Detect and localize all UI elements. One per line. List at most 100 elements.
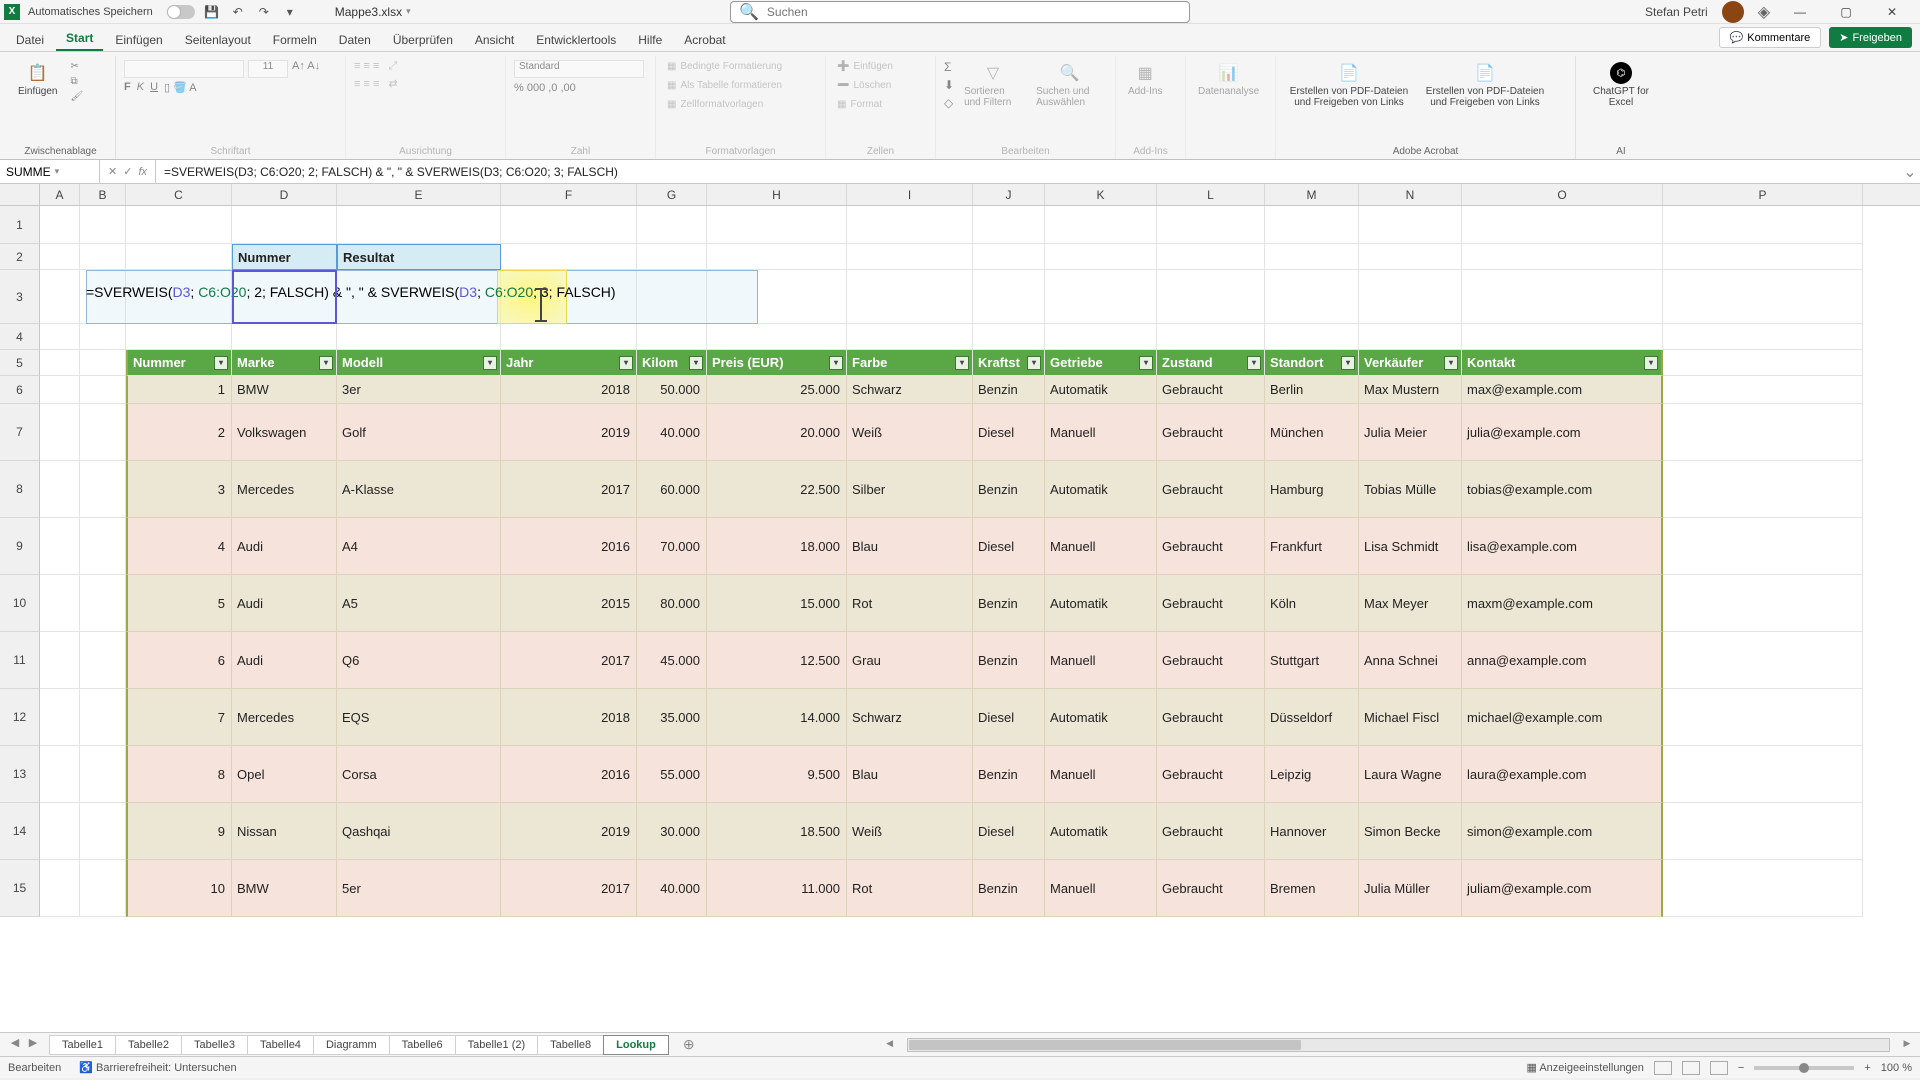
sheet-tab[interactable]: Tabelle1: [49, 1035, 116, 1055]
row-5[interactable]: 5: [0, 350, 40, 376]
cell[interactable]: Benzin: [973, 632, 1045, 689]
col-O[interactable]: O: [1462, 184, 1663, 205]
cell[interactable]: Julia Meier: [1359, 404, 1462, 461]
cancel-icon[interactable]: ✕: [108, 165, 117, 178]
fx-icon[interactable]: fx: [138, 166, 147, 178]
sheet-tab[interactable]: Tabelle2: [115, 1035, 182, 1055]
cell[interactable]: Gebraucht: [1157, 518, 1265, 575]
cell[interactable]: 40.000: [637, 860, 707, 917]
cell[interactable]: 20.000: [707, 404, 847, 461]
cell[interactable]: 11.000: [707, 860, 847, 917]
cell[interactable]: Grau: [847, 632, 973, 689]
cell[interactable]: Düsseldorf: [1265, 689, 1359, 746]
cell[interactable]: München: [1265, 404, 1359, 461]
cell[interactable]: 2016: [501, 746, 637, 803]
row-1[interactable]: 1: [0, 206, 40, 244]
cell[interactable]: Qashqai: [337, 803, 501, 860]
cell[interactable]: max@example.com: [1462, 376, 1663, 404]
filter-icon[interactable]: ▾: [829, 356, 843, 370]
format-painter-button[interactable]: 🖌: [67, 90, 86, 103]
maximize-button[interactable]: ▢: [1830, 1, 1862, 23]
tab-hilfe[interactable]: Hilfe: [628, 29, 672, 51]
cell[interactable]: Julia Müller: [1359, 860, 1462, 917]
cell[interactable]: 80.000: [637, 575, 707, 632]
row-6[interactable]: 6: [0, 376, 40, 404]
tab-daten[interactable]: Daten: [329, 29, 381, 51]
col-D[interactable]: D: [232, 184, 337, 205]
cell[interactable]: Gebraucht: [1157, 689, 1265, 746]
filter-icon[interactable]: ▾: [214, 356, 228, 370]
cell[interactable]: maxm@example.com: [1462, 575, 1663, 632]
col-B[interactable]: B: [80, 184, 126, 205]
row-13[interactable]: 13: [0, 746, 40, 803]
row-9[interactable]: 9: [0, 518, 40, 575]
cell[interactable]: Gebraucht: [1157, 746, 1265, 803]
cell[interactable]: 6: [126, 632, 232, 689]
th-kontakt[interactable]: Kontakt▾: [1462, 350, 1663, 376]
col-C[interactable]: C: [126, 184, 232, 205]
addins-button[interactable]: ▦Add-Ins: [1124, 60, 1166, 99]
search-box[interactable]: 🔍: [730, 1, 1190, 23]
col-H[interactable]: H: [707, 184, 847, 205]
cell[interactable]: 70.000: [637, 518, 707, 575]
data-analysis-button[interactable]: 📊Datenanalyse: [1194, 60, 1263, 99]
col-F[interactable]: F: [501, 184, 637, 205]
cell[interactable]: Diesel: [973, 518, 1045, 575]
col-K[interactable]: K: [1045, 184, 1157, 205]
sheet-nav-next[interactable]: ▶: [24, 1036, 42, 1054]
cell[interactable]: Manuell: [1045, 518, 1157, 575]
row-10[interactable]: 10: [0, 575, 40, 632]
format-cells-button[interactable]: ▦Format: [834, 98, 896, 111]
cell[interactable]: Diesel: [973, 404, 1045, 461]
zoom-out-button[interactable]: −: [1738, 1062, 1744, 1074]
row-14[interactable]: 14: [0, 803, 40, 860]
cell[interactable]: anna@example.com: [1462, 632, 1663, 689]
cell[interactable]: Gebraucht: [1157, 632, 1265, 689]
cell[interactable]: 14.000: [707, 689, 847, 746]
cell[interactable]: Lisa Schmidt: [1359, 518, 1462, 575]
formula-input[interactable]: =SVERWEIS(D3; C6:O20; 2; FALSCH) & ", " …: [156, 165, 1900, 179]
th-nummer[interactable]: Nummer▾: [126, 350, 232, 376]
cell[interactable]: Köln: [1265, 575, 1359, 632]
cell[interactable]: Frankfurt: [1265, 518, 1359, 575]
cell[interactable]: Bremen: [1265, 860, 1359, 917]
filter-icon[interactable]: ▾: [1247, 356, 1261, 370]
zoom-level[interactable]: 100 %: [1881, 1062, 1912, 1074]
cell[interactable]: Manuell: [1045, 404, 1157, 461]
cell[interactable]: Manuell: [1045, 632, 1157, 689]
cell[interactable]: 4: [126, 518, 232, 575]
table-row[interactable]: 2VolkswagenGolf201940.00020.000WeißDiese…: [40, 404, 1920, 461]
filter-icon[interactable]: ▾: [483, 356, 497, 370]
filter-icon[interactable]: ▾: [1027, 356, 1041, 370]
cell[interactable]: Audi: [232, 575, 337, 632]
tab-start[interactable]: Start: [56, 27, 103, 51]
row-8[interactable]: 8: [0, 461, 40, 518]
cell[interactable]: Stuttgart: [1265, 632, 1359, 689]
cell[interactable]: Golf: [337, 404, 501, 461]
inline-formula[interactable]: =SVERWEIS(D3; C6:O20; 2; FALSCH) & ", " …: [86, 284, 616, 300]
cell[interactable]: 2016: [501, 518, 637, 575]
cell[interactable]: Leipzig: [1265, 746, 1359, 803]
cell[interactable]: julia@example.com: [1462, 404, 1663, 461]
cell[interactable]: michael@example.com: [1462, 689, 1663, 746]
cell[interactable]: Rot: [847, 860, 973, 917]
cell[interactable]: 50.000: [637, 376, 707, 404]
view-break-button[interactable]: [1710, 1061, 1728, 1075]
tab-ansicht[interactable]: Ansicht: [465, 29, 524, 51]
cell[interactable]: EQS: [337, 689, 501, 746]
cell[interactable]: Laura Wagne: [1359, 746, 1462, 803]
sheet-tab[interactable]: Diagramm: [313, 1035, 390, 1055]
cell[interactable]: Schwarz: [847, 376, 973, 404]
enter-icon[interactable]: ✓: [123, 165, 132, 178]
name-box[interactable]: SUMME▾: [0, 160, 100, 183]
cell[interactable]: 55.000: [637, 746, 707, 803]
sheet-tab[interactable]: Lookup: [603, 1035, 669, 1055]
th-zustand[interactable]: Zustand▾: [1157, 350, 1265, 376]
save-icon[interactable]: 💾: [203, 3, 221, 21]
th-preis[interactable]: Preis (EUR)▾: [707, 350, 847, 376]
sheet-tab[interactable]: Tabelle8: [537, 1035, 604, 1055]
cell[interactable]: Mercedes: [232, 689, 337, 746]
diamond-icon[interactable]: ◈: [1758, 2, 1770, 22]
cell-D2[interactable]: Nummer: [232, 244, 337, 270]
copy-button[interactable]: ⧉: [67, 75, 86, 88]
